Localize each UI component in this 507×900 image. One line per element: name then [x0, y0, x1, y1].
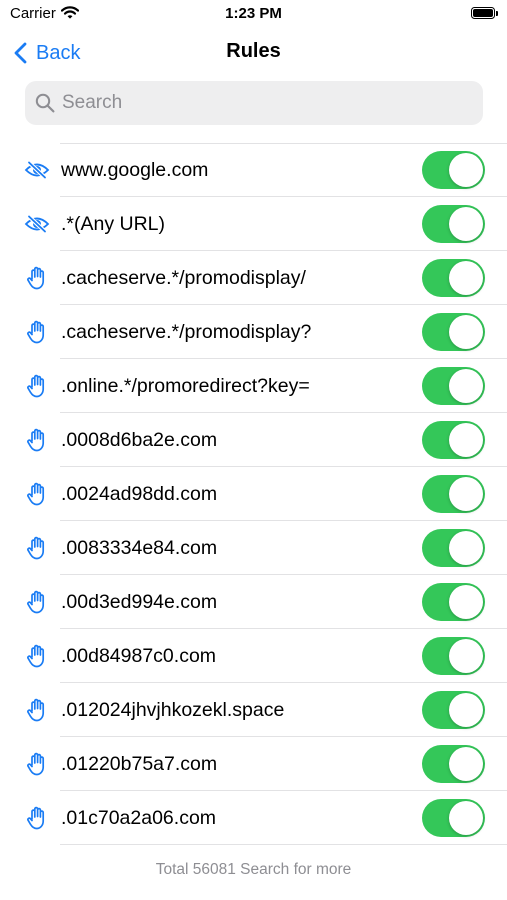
rule-enabled-toggle[interactable]: [422, 637, 485, 675]
rule-row[interactable]: .online.*/promoredirect?key=: [0, 359, 507, 413]
hand-stop-icon: [24, 320, 50, 344]
rule-pattern: .00d3ed994e.com: [61, 591, 218, 613]
toggle-knob: [449, 207, 483, 241]
toggle-knob: [449, 369, 483, 403]
search-input[interactable]: [62, 81, 472, 125]
rule-pattern: .0024ad98dd.com: [61, 483, 218, 505]
rule-enabled-toggle[interactable]: [422, 259, 485, 297]
rule-pattern: .01c70a2a06.com: [61, 807, 217, 829]
rule-pattern: .01220b75a7.com: [61, 753, 218, 775]
hand-stop-icon: [24, 752, 50, 776]
list-divider: [60, 844, 507, 845]
hand-stop-icon: [24, 428, 50, 452]
rule-pattern: .0083334e84.com: [61, 537, 218, 559]
rule-row[interactable]: .0008d6ba2e.com: [0, 413, 507, 467]
rule-enabled-toggle[interactable]: [422, 421, 485, 459]
hand-stop-icon: [24, 536, 50, 560]
hand-stop-icon: [24, 374, 50, 398]
hand-stop-icon: [24, 698, 50, 722]
toggle-knob: [449, 639, 483, 673]
rule-row[interactable]: www.google.com: [0, 143, 507, 197]
hand-stop-icon: [24, 266, 50, 290]
rules-list: www.google.com .*(Any URL) .cacheserve.*/p…: [0, 143, 507, 845]
status-bar: Carrier 1:23 PM: [0, 0, 507, 30]
eye-slash-icon: [24, 212, 50, 236]
hand-stop-icon: [24, 644, 50, 668]
rule-pattern: .00d84987c0.com: [61, 645, 217, 667]
eye-slash-icon: [24, 158, 50, 182]
rule-row[interactable]: .01c70a2a06.com: [0, 791, 507, 845]
toggle-knob: [449, 423, 483, 457]
rule-row[interactable]: .0083334e84.com: [0, 521, 507, 575]
rule-pattern: .online.*/promoredirect?key=: [61, 375, 310, 397]
battery-icon: [471, 7, 498, 19]
toggle-knob: [449, 477, 483, 511]
rule-enabled-toggle[interactable]: [422, 151, 485, 189]
rule-enabled-toggle[interactable]: [422, 475, 485, 513]
rule-pattern: .*(Any URL): [61, 213, 166, 235]
rules-screen: Carrier 1:23 PM Back Rules Search www.go…: [0, 0, 507, 900]
rule-row[interactable]: .00d84987c0.com: [0, 629, 507, 683]
hand-stop-icon: [24, 590, 50, 614]
rule-enabled-toggle[interactable]: [422, 529, 485, 567]
page-title: Rules: [226, 40, 281, 62]
toggle-knob: [449, 801, 483, 835]
rule-pattern: .012024jhvjhkozekl.space: [61, 699, 285, 721]
hand-stop-icon: [24, 482, 50, 506]
toggle-knob: [449, 153, 483, 187]
rule-pattern: .0008d6ba2e.com: [61, 429, 218, 451]
rule-pattern: .cacheserve.*/promodisplay?: [61, 321, 312, 343]
rule-row[interactable]: .*(Any URL): [0, 197, 507, 251]
rule-enabled-toggle[interactable]: [422, 313, 485, 351]
total-count-label: Total 56081 Search for more: [155, 861, 352, 878]
rule-enabled-toggle[interactable]: [422, 367, 485, 405]
navigation-bar: Back Rules: [0, 30, 507, 76]
rule-enabled-toggle[interactable]: [422, 205, 485, 243]
rule-enabled-toggle[interactable]: [422, 799, 485, 837]
hand-stop-icon: [24, 806, 50, 830]
rule-row[interactable]: .cacheserve.*/promodisplay/: [0, 251, 507, 305]
toggle-knob: [449, 315, 483, 349]
clock: 1:23 PM: [225, 5, 282, 22]
rule-pattern: www.google.com: [61, 159, 209, 181]
rule-enabled-toggle[interactable]: [422, 745, 485, 783]
rule-row[interactable]: .00d3ed994e.com: [0, 575, 507, 629]
rule-row[interactable]: .012024jhvjhkozekl.space: [0, 683, 507, 737]
toggle-knob: [449, 585, 483, 619]
rule-enabled-toggle[interactable]: [422, 691, 485, 729]
rule-row[interactable]: .0024ad98dd.com: [0, 467, 507, 521]
rule-row[interactable]: .cacheserve.*/promodisplay?: [0, 305, 507, 359]
search-field[interactable]: [25, 81, 483, 125]
rule-pattern: .cacheserve.*/promodisplay/: [61, 267, 306, 289]
toggle-knob: [449, 261, 483, 295]
toggle-knob: [449, 693, 483, 727]
toggle-knob: [449, 747, 483, 781]
toggle-knob: [449, 531, 483, 565]
rule-enabled-toggle[interactable]: [422, 583, 485, 621]
rule-row[interactable]: .01220b75a7.com: [0, 737, 507, 791]
